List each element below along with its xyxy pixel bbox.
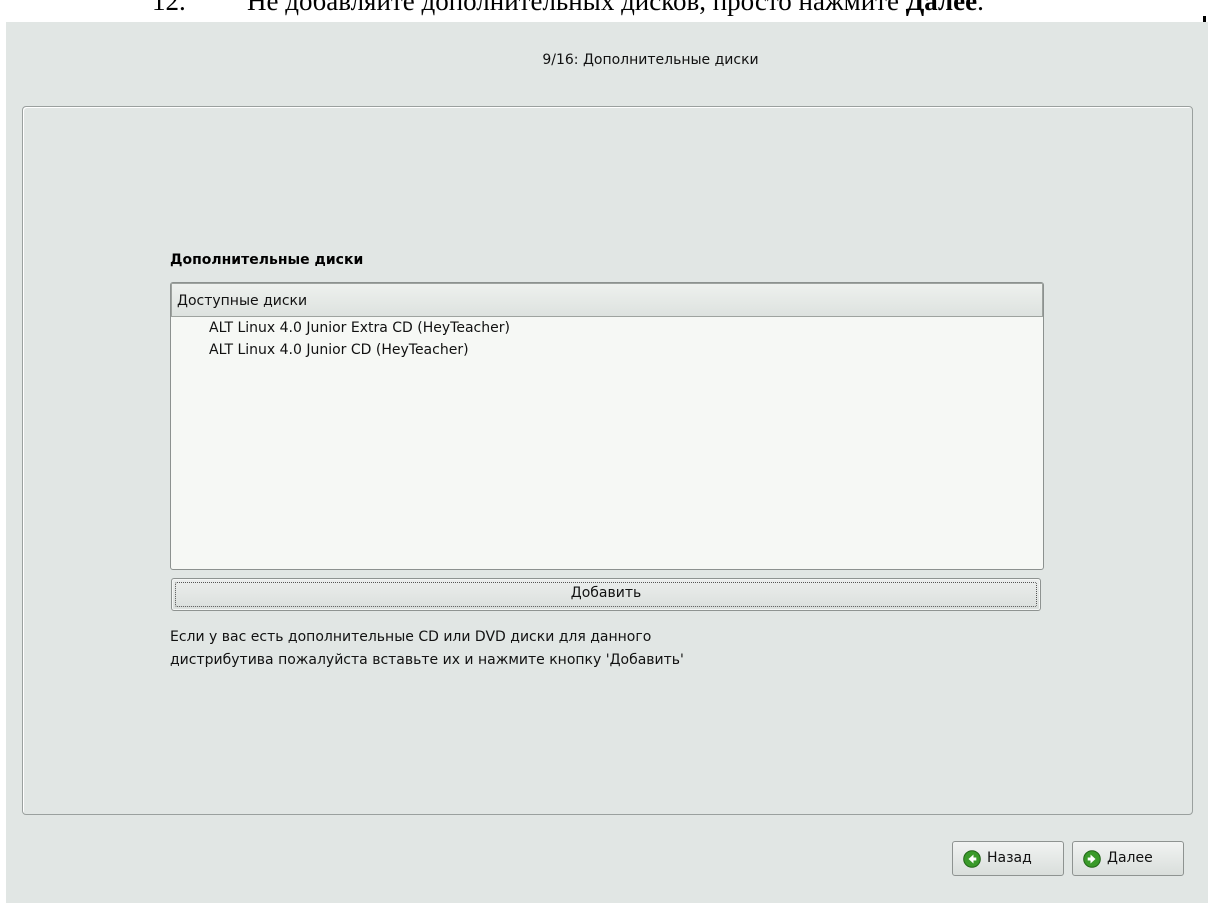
next-button-label: Далее	[1107, 850, 1153, 866]
caption-text: Не добавляйте дополнительных дисков, про…	[247, 0, 984, 16]
installer-window: 9/16: Дополнительные диски Дополнительны…	[6, 22, 1208, 903]
section-heading: Дополнительные диски	[170, 252, 364, 268]
caption-end: .	[977, 0, 984, 16]
step-title: 9/16: Дополнительные диски	[542, 52, 759, 68]
hint-text: Если у вас есть дополнительные CD или DV…	[170, 626, 684, 672]
document-caption: 12. Не добавляйте дополнительных дисков,…	[0, 0, 1208, 16]
list-item[interactable]: ALT Linux 4.0 Junior Extra CD (HeyTeache…	[171, 317, 1043, 339]
next-button[interactable]: Далее	[1072, 841, 1184, 876]
add-button-label: Добавить	[570, 585, 642, 601]
add-disc-button[interactable]: Добавить	[171, 578, 1041, 611]
hint-line-1: Если у вас есть дополнительные CD или DV…	[170, 629, 652, 645]
hint-line-2: дистрибутива пожалуйста вставьте их и на…	[170, 652, 684, 668]
caption-item-number: 12.	[152, 0, 186, 16]
back-button-label: Назад	[987, 850, 1032, 866]
available-discs-list[interactable]: Доступные диски ALT Linux 4.0 Junior Ext…	[170, 282, 1044, 570]
caption-bold-next: Далее	[905, 0, 978, 16]
list-column-header[interactable]: Доступные диски	[171, 283, 1043, 317]
back-button[interactable]: Назад	[952, 841, 1064, 876]
disc-list-items: ALT Linux 4.0 Junior Extra CD (HeyTeache…	[171, 317, 1043, 361]
arrow-right-circle-icon	[1083, 850, 1101, 868]
caption-instruction: Не добавляйте дополнительных дисков, про…	[247, 0, 906, 16]
list-item[interactable]: ALT Linux 4.0 Junior CD (HeyTeacher)	[171, 339, 1043, 361]
arrow-left-circle-icon	[963, 850, 981, 868]
